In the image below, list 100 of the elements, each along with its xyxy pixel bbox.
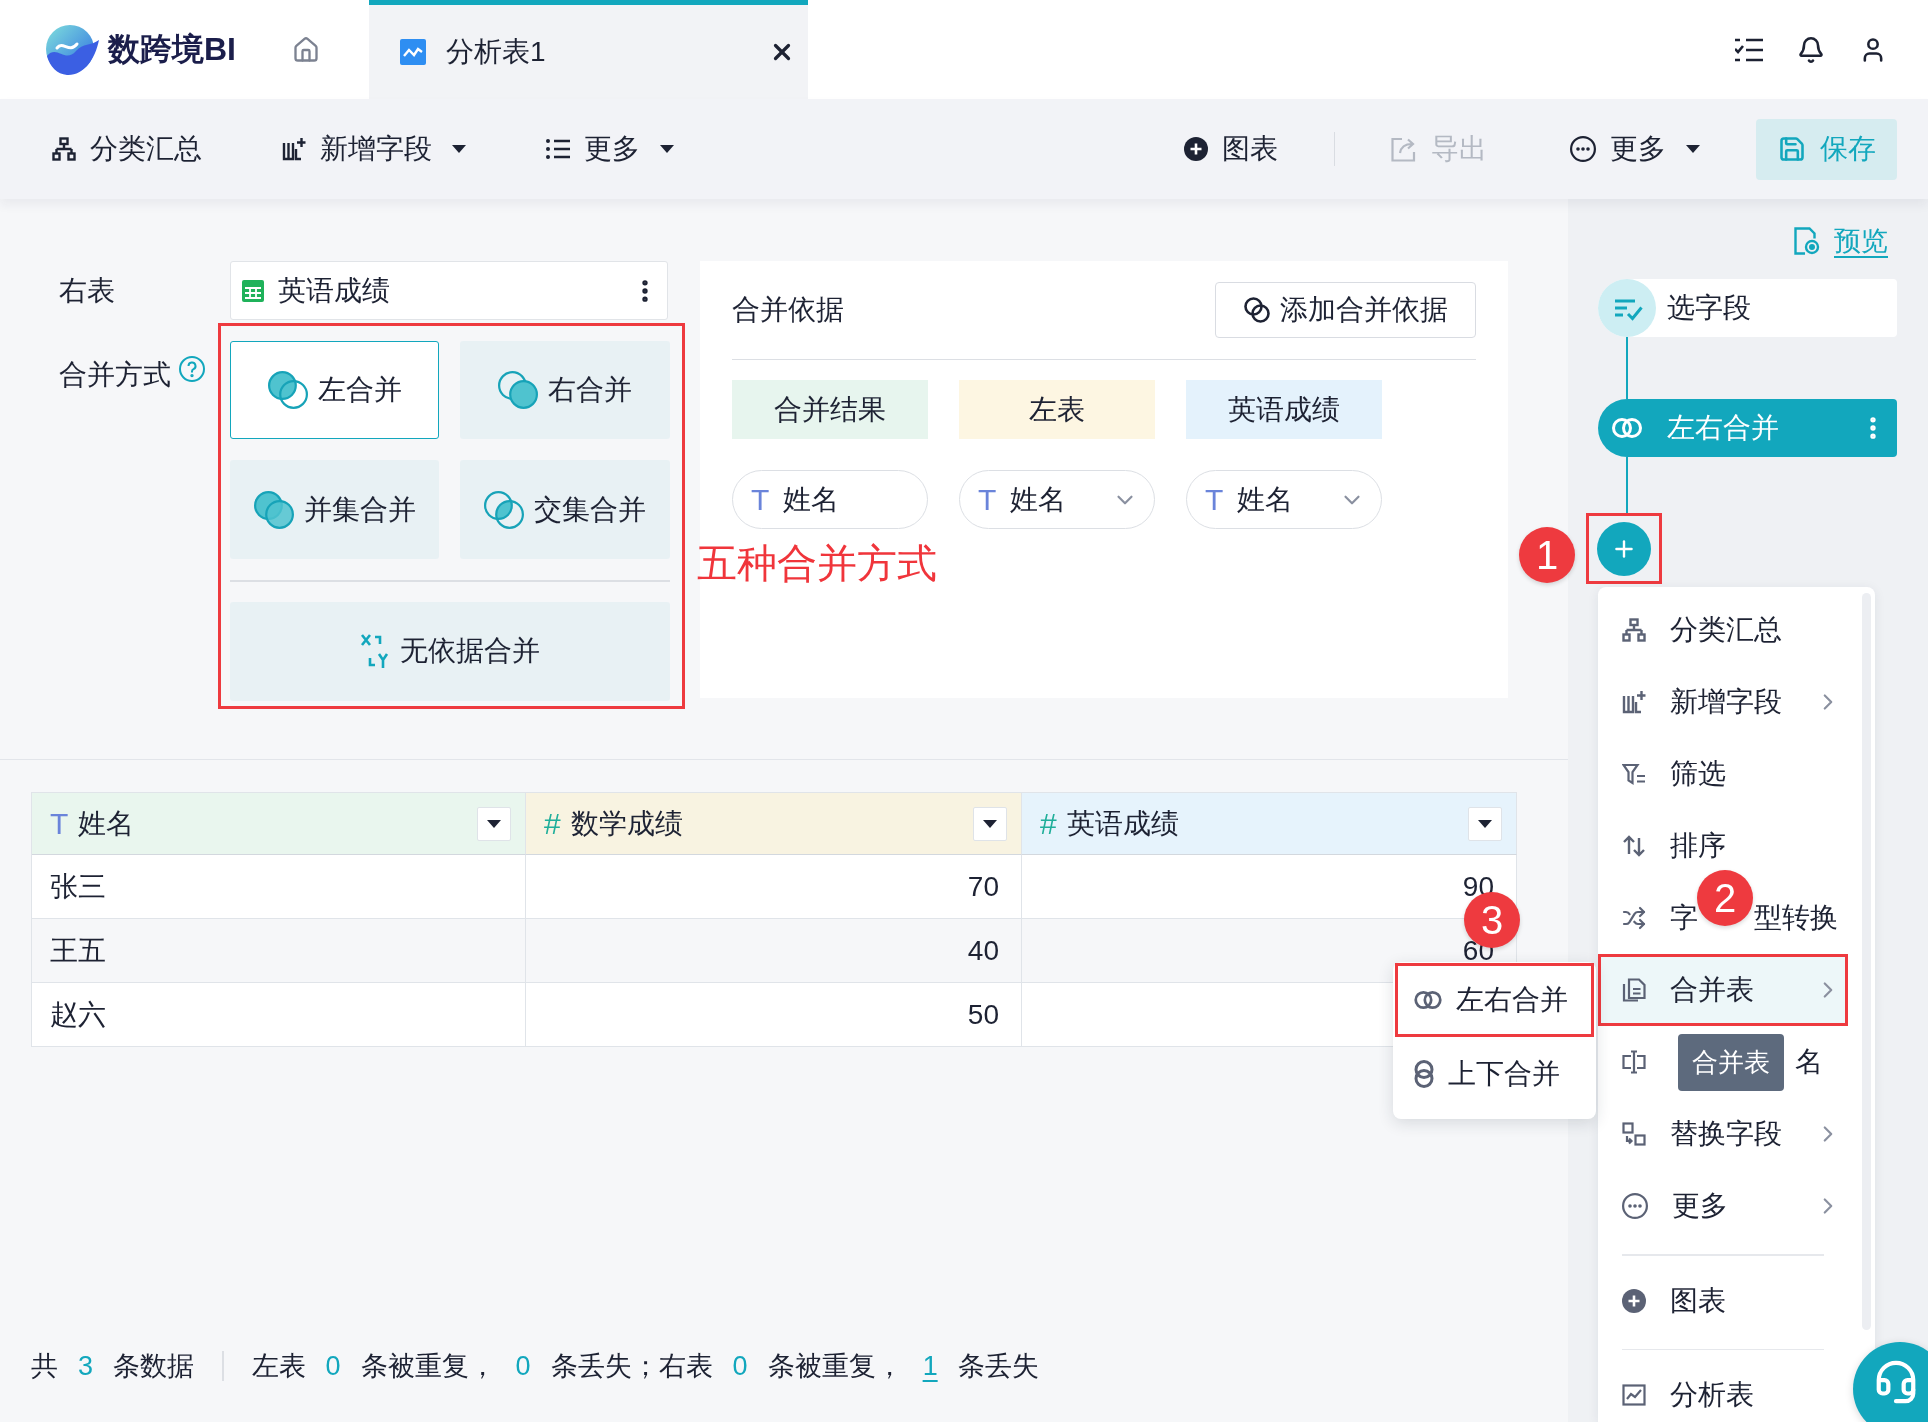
field-select[interactable]: T 姓名 bbox=[959, 470, 1155, 529]
variables-icon bbox=[360, 633, 390, 670]
annotation-caption: 五种合并方式 bbox=[697, 541, 937, 585]
chart-icon bbox=[400, 39, 426, 65]
save-icon bbox=[1777, 135, 1806, 163]
table-icon bbox=[242, 279, 264, 302]
column-title: 英语成绩 bbox=[1066, 806, 1179, 841]
status-text: 条丢失；右表 bbox=[550, 1350, 713, 1383]
column-menu-button[interactable] bbox=[477, 806, 511, 841]
count-value: 0 bbox=[325, 1350, 341, 1382]
flow-node[interactable]: 选字段 bbox=[1598, 279, 1897, 337]
line-chart-icon bbox=[1622, 1383, 1646, 1407]
caret-icon bbox=[1686, 145, 1700, 153]
home-icon[interactable] bbox=[292, 35, 320, 64]
menu-item[interactable]: 左右合并 bbox=[1395, 963, 1594, 1037]
caret-icon bbox=[452, 145, 466, 153]
bell-icon[interactable] bbox=[1797, 35, 1825, 64]
venn-icon bbox=[253, 490, 294, 529]
list-icon bbox=[546, 138, 570, 160]
caret-icon bbox=[660, 145, 674, 153]
merge-option[interactable]: 左合并 bbox=[230, 341, 439, 439]
document-eye-icon bbox=[1794, 227, 1820, 255]
more-icon bbox=[1622, 1193, 1648, 1219]
type-marker: # bbox=[544, 808, 561, 839]
merge-option[interactable]: 并集合并 bbox=[230, 460, 439, 559]
help-icon[interactable] bbox=[179, 356, 205, 382]
venn-icon bbox=[498, 371, 538, 409]
files-icon bbox=[1622, 978, 1646, 1002]
plus-circle-icon bbox=[1183, 137, 1208, 161]
logo-icon bbox=[43, 23, 99, 76]
column-menu-button[interactable] bbox=[1468, 806, 1502, 841]
more-icon bbox=[1570, 136, 1596, 162]
column-menu-button[interactable] bbox=[973, 806, 1007, 841]
rename-icon bbox=[1622, 1050, 1646, 1074]
overlapping-circles-icon bbox=[1414, 990, 1442, 1010]
column-tag: 左表 bbox=[959, 380, 1155, 439]
toolbar-button[interactable]: 新增字段 bbox=[282, 130, 466, 168]
toolbar-button[interactable]: 图表 bbox=[1183, 130, 1278, 168]
toolbar-button[interactable]: 更多 bbox=[1570, 130, 1700, 168]
shuffle-icon bbox=[1622, 906, 1646, 930]
status-text: 共 bbox=[31, 1350, 58, 1383]
menu-item[interactable]: 分析表 bbox=[1598, 1359, 1848, 1422]
checklist-icon[interactable] bbox=[1735, 36, 1763, 63]
stacked-circles-icon bbox=[1414, 1060, 1434, 1088]
venn-icon bbox=[267, 371, 308, 409]
status-text: 条被重复， bbox=[767, 1350, 903, 1383]
add-column-icon bbox=[282, 137, 306, 161]
connector-line bbox=[1626, 457, 1628, 513]
export-icon bbox=[1391, 136, 1417, 162]
section-title: 合并依据 bbox=[732, 293, 844, 327]
merge-option[interactable]: 交集合并 bbox=[460, 460, 670, 559]
overlapping-circles-icon bbox=[1243, 297, 1270, 323]
count-value: 0 bbox=[732, 1350, 748, 1382]
hierarchy-icon bbox=[1622, 618, 1646, 642]
tooltip: 合并表 bbox=[1678, 1033, 1784, 1091]
toolbar-button[interactable]: 分类汇总 bbox=[52, 130, 202, 168]
add-column-icon bbox=[1622, 690, 1646, 714]
menu-item[interactable]: 上下合并 bbox=[1395, 1037, 1594, 1111]
field-label: 右表 bbox=[59, 273, 115, 308]
type-marker: T bbox=[751, 484, 770, 515]
count-value: 3 bbox=[78, 1350, 94, 1382]
type-marker: T bbox=[978, 484, 997, 515]
add-step-button[interactable] bbox=[1597, 521, 1651, 576]
toolbar-button[interactable]: 更多 bbox=[546, 130, 674, 168]
status-text: 左表 bbox=[251, 1350, 306, 1383]
caret-icon bbox=[983, 819, 997, 828]
column-tag: 英语成绩 bbox=[1186, 380, 1382, 439]
app-name: 数跨境BI bbox=[108, 29, 236, 69]
field-label: 合并方式 bbox=[59, 358, 171, 392]
column-tag: 合并结果 bbox=[732, 380, 928, 439]
status-text: 条被重复， bbox=[360, 1350, 496, 1383]
status-text: 条丢失 bbox=[957, 1350, 1039, 1383]
overlapping-circles-icon bbox=[1612, 417, 1642, 439]
caret-icon bbox=[487, 819, 501, 828]
plus-circle-icon bbox=[1622, 1288, 1646, 1313]
type-marker: # bbox=[1040, 808, 1057, 839]
column-title: 数学成绩 bbox=[570, 806, 683, 841]
swap-icon bbox=[1622, 1122, 1646, 1146]
hierarchy-icon bbox=[52, 137, 76, 161]
field-select[interactable]: T 姓名 bbox=[732, 470, 928, 529]
field-list-icon bbox=[1598, 279, 1656, 337]
field-select[interactable]: T 姓名 bbox=[1186, 470, 1382, 529]
count-value: 0 bbox=[515, 1350, 531, 1382]
type-marker: T bbox=[1205, 484, 1224, 515]
connector-line bbox=[1626, 337, 1628, 399]
table-cell: 50 bbox=[526, 983, 1022, 1047]
tab[interactable]: 分析表1 bbox=[369, 0, 808, 99]
menu-item[interactable]: 合并表 bbox=[1598, 954, 1848, 1026]
type-marker: T bbox=[50, 808, 69, 839]
table-select[interactable]: 英语成绩 bbox=[230, 261, 668, 320]
column-title: 姓名 bbox=[78, 806, 135, 841]
status-text: 条数据 bbox=[113, 1350, 195, 1383]
filter-icon bbox=[1622, 762, 1646, 786]
merge-option[interactable]: 右合并 bbox=[460, 341, 670, 439]
merge-option[interactable]: 无依据合并 bbox=[230, 601, 670, 701]
add-basis-button[interactable]: 添加合并依据 bbox=[1215, 282, 1476, 338]
table-cell: 赵六 bbox=[32, 983, 526, 1047]
venn-icon bbox=[484, 490, 524, 529]
sort-icon bbox=[1622, 834, 1646, 858]
caret-icon bbox=[1478, 819, 1492, 828]
